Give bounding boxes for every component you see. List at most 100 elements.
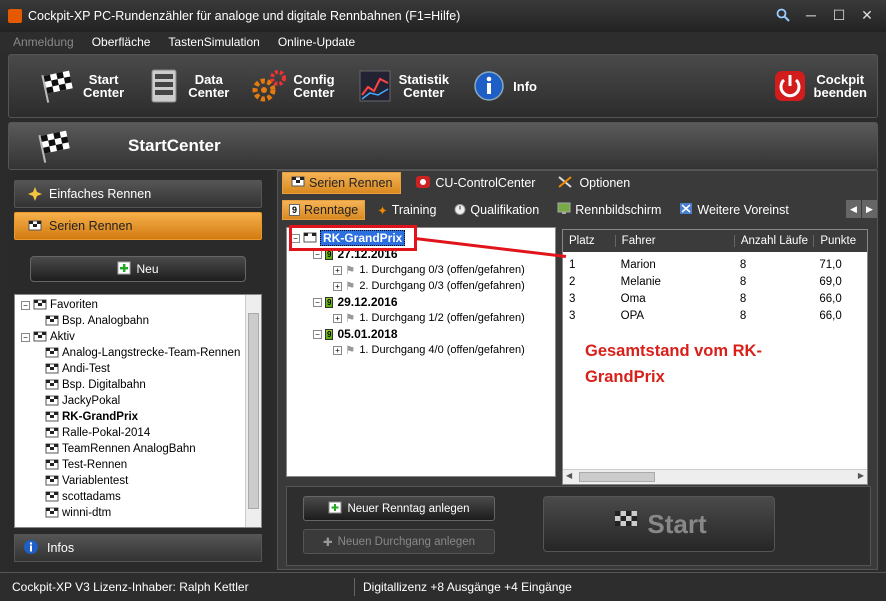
trophy-icon — [45, 315, 59, 327]
collapse-toggle[interactable]: − — [313, 329, 322, 339]
tree-item[interactable]: JackyPokal — [45, 393, 120, 409]
infos-button[interactable]: Infos — [14, 534, 262, 562]
tab-rennbildschirm[interactable]: Rennbildschirm — [551, 200, 667, 220]
sub-tabs: 9 Renntage ✦ Training Qualifikation Renn… — [282, 199, 881, 221]
table-cell: 69,0 — [819, 275, 842, 288]
menu-anmeldung[interactable]: Anmeldung — [10, 35, 77, 49]
tree-item[interactable]: Bsp. Analogbahn — [45, 313, 149, 329]
tab-rennbildschirm-label: Rennbildschirm — [575, 203, 662, 217]
durchgang-label: 1. Durchgang 4/0 (offen/gefahren) — [359, 344, 525, 356]
tree-item-label: Variablentest — [62, 475, 129, 487]
trophy-icon — [45, 459, 59, 471]
neuen-durchgang-button[interactable]: ✚ Neuen Durchgang anlegen — [303, 529, 495, 554]
einfaches-rennen-button[interactable]: Einfaches Rennen — [14, 180, 262, 208]
tab-renntage[interactable]: 9 Renntage — [282, 200, 366, 220]
tree-item[interactable]: Bsp. Digitalbahn — [45, 377, 146, 393]
collapse-toggle[interactable]: − — [313, 297, 322, 307]
trophy-icon — [291, 176, 305, 191]
tab-weitere-voreinst[interactable]: Weitere Voreinst — [673, 200, 794, 220]
tree-item[interactable]: RK-GrandPrix — [45, 409, 138, 425]
tree-item[interactable]: scottadams — [45, 489, 121, 505]
cockpit-beenden-button[interactable]: Cockpit beenden — [760, 56, 877, 116]
header-platz[interactable]: Platz — [563, 235, 615, 247]
header-anzahl-laeufe[interactable]: Anzahl Läufe — [733, 235, 813, 247]
maximize-button[interactable]: ☐ — [826, 4, 852, 26]
tree-item[interactable]: Analog-Langstrecke-Team-Rennen — [45, 345, 240, 361]
annotation-text: Gesamtstand vom RK-GrandPrix — [585, 342, 762, 386]
expand-toggle[interactable]: + — [333, 281, 342, 291]
collapse-toggle[interactable]: − — [21, 300, 30, 310]
tree-item[interactable]: TeamRennen AnalogBahn — [45, 441, 196, 457]
tree-item[interactable]: Test-Rennen — [45, 457, 127, 473]
tree-item[interactable]: Ralle-Pokal-2014 — [45, 425, 150, 441]
menu-online-update[interactable]: Online-Update — [275, 35, 358, 49]
table-cell: 1 — [569, 258, 576, 271]
info-button[interactable]: Info — [459, 56, 547, 116]
tab-scroll-left[interactable]: ◀ — [846, 200, 861, 218]
einfaches-rennen-label: Einfaches Rennen — [49, 187, 152, 201]
minimize-button[interactable]: ─ — [798, 4, 824, 26]
trophy-icon — [45, 475, 59, 487]
renntag-row[interactable]: −9 29.12.2016 — [313, 294, 398, 310]
tab-cu-controlcenter[interactable]: CU-ControlCenter — [407, 172, 543, 194]
neu-button[interactable]: Neu — [30, 256, 246, 282]
expand-toggle[interactable]: + — [333, 265, 342, 275]
folder-icon — [33, 331, 47, 343]
menu-oberflaeche[interactable]: Oberfläche — [89, 35, 154, 49]
serien-rennen-button[interactable]: Serien Rennen — [14, 212, 262, 240]
tab-scroll-right[interactable]: ▶ — [862, 200, 877, 218]
data-center-button[interactable]: Data Center — [134, 56, 239, 116]
close-button[interactable]: ✕ — [854, 4, 880, 26]
trophy-icon — [45, 443, 59, 455]
app-icon — [8, 9, 22, 23]
neuer-renntag-button[interactable]: Neuer Renntag anlegen — [303, 496, 495, 521]
search-icon[interactable] — [770, 4, 796, 26]
tree-scrollbar[interactable] — [245, 295, 261, 527]
table-row[interactable]: 1 Marion 8 71,0 — [563, 256, 867, 273]
header-fahrer[interactable]: Fahrer — [614, 235, 734, 247]
tree-item-label: Aktiv — [50, 331, 75, 343]
tree-item-label: RK-GrandPrix — [62, 411, 139, 423]
table-row[interactable]: 2 Melanie 8 69,0 — [563, 273, 867, 290]
tab-training[interactable]: ✦ Training — [371, 200, 442, 220]
neuer-renntag-label: Neuer Renntag anlegen — [347, 502, 470, 515]
renntag-row[interactable]: −9 05.01.2018 — [313, 326, 398, 342]
title-bar: Cockpit-XP PC-Rundenzähler für analoge u… — [0, 0, 886, 32]
table-row[interactable]: 3 OPA 8 66,0 — [563, 307, 867, 324]
durchgang-row[interactable]: + ⚑ 1. Durchgang 4/0 (offen/gefahren) — [333, 342, 525, 358]
durchgang-label: 2. Durchgang 0/3 (offen/gefahren) — [359, 280, 525, 292]
collapse-toggle[interactable]: − — [21, 332, 30, 342]
table-row[interactable]: 3 Oma 8 66,0 — [563, 290, 867, 307]
run-icon: ⚑ — [345, 281, 356, 293]
table-cell: 66,0 — [819, 292, 842, 305]
tree-item[interactable]: Variablentest — [45, 473, 128, 489]
statistik-center-button[interactable]: Statistik Center — [345, 56, 460, 116]
tree-item[interactable]: winni-dtm — [45, 505, 111, 521]
expand-toggle[interactable]: + — [333, 313, 342, 323]
start-center-button[interactable]: Start Center — [29, 56, 134, 116]
durchgang-row[interactable]: + ⚑ 1. Durchgang 1/2 (offen/gefahren) — [333, 310, 525, 326]
expand-toggle[interactable]: + — [333, 345, 342, 355]
action-area: Neuer Renntag anlegen ✚ Neuen Durchgang … — [286, 486, 871, 566]
start-button[interactable]: Start — [543, 496, 775, 552]
series-tree[interactable]: − Favoriten Bsp. Analogbahn − Aktiv Analog-La… — [14, 294, 262, 528]
menu-tastensimulation[interactable]: TastenSimulation — [165, 35, 262, 49]
event-tree[interactable]: − RK-GrandPrix −9 27.12.2016 + ⚑ 1. Durchgan… — [286, 227, 556, 477]
tab-optionen[interactable]: Optionen — [549, 172, 638, 194]
start-center-label: Start Center — [83, 72, 125, 100]
tree-item[interactable]: Andi-Test — [45, 361, 110, 377]
tab-serien-rennen[interactable]: Serien Rennen — [282, 172, 402, 194]
chart-icon — [355, 66, 395, 106]
durchgang-row[interactable]: + ⚑ 1. Durchgang 0/3 (offen/gefahren) — [333, 262, 525, 278]
calendar-add-icon — [328, 501, 342, 517]
data-center-label: Data Center — [188, 72, 230, 100]
standings-scrollbar[interactable]: ◀ ▶ — [563, 469, 867, 484]
header-punkte[interactable]: Punkte — [813, 235, 867, 247]
durchgang-row[interactable]: + ⚑ 2. Durchgang 0/3 (offen/gefahren) — [333, 278, 525, 294]
tab-qualifikation[interactable]: Qualifikation — [448, 200, 545, 220]
tree-group[interactable]: − Aktiv — [21, 329, 75, 345]
config-center-button[interactable]: Config Center — [239, 56, 344, 116]
tree-group[interactable]: − Favoriten — [21, 297, 98, 313]
calendar-icon: 9 — [289, 204, 301, 216]
trophy-icon — [45, 427, 59, 439]
